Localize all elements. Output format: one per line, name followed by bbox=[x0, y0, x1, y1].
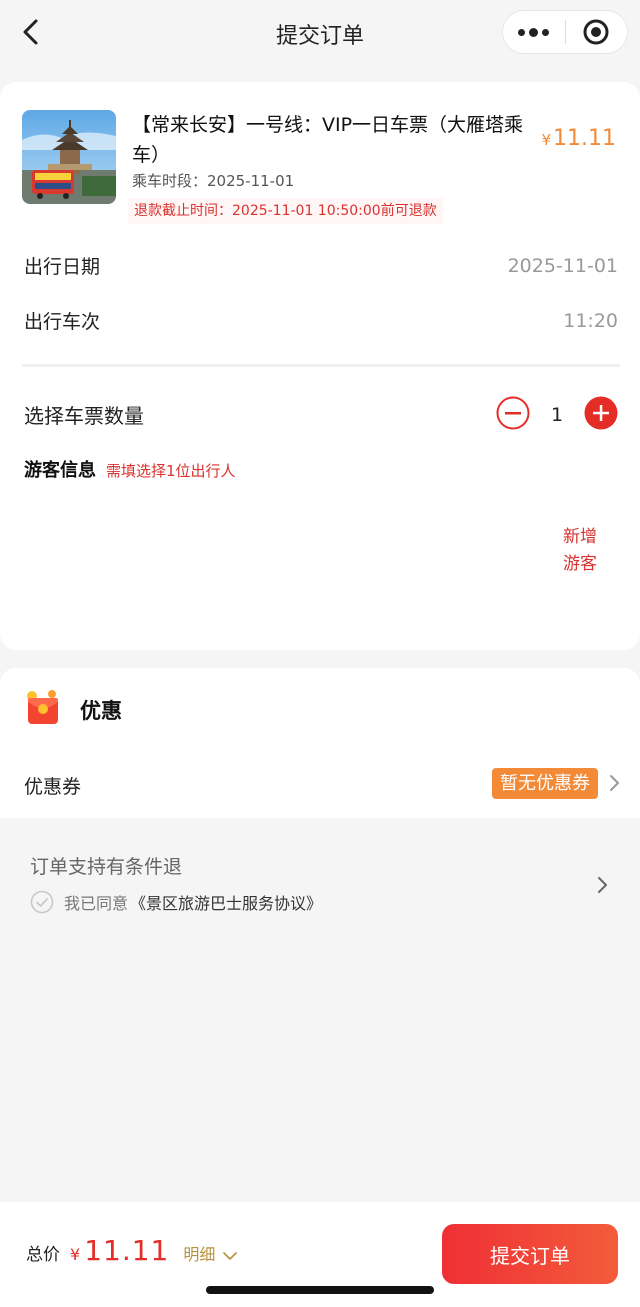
minus-button[interactable] bbox=[496, 396, 530, 434]
coupon-label: 优惠券 bbox=[24, 776, 82, 798]
travel-trip-label: 出行车次 bbox=[24, 311, 101, 333]
visitor-info-header: 游客信息 需填选择1位出行人 bbox=[24, 456, 236, 482]
agreement-row[interactable]: 我已同意 《景区旅游巴士服务协议》 bbox=[30, 890, 322, 914]
plus-button[interactable] bbox=[584, 396, 618, 434]
price-amount: 11.11 bbox=[553, 126, 616, 151]
agree-checkbox[interactable] bbox=[30, 890, 54, 914]
travel-trip-row[interactable]: 出行车次 11:20 bbox=[24, 307, 618, 334]
add-visitor-button[interactable]: 新增游客 bbox=[560, 524, 600, 578]
refund-policy-text: 订单支持有条件退 bbox=[30, 856, 183, 878]
product-thumbnail bbox=[22, 110, 116, 204]
price-currency: ¥ bbox=[541, 131, 552, 149]
discount-card: 优惠 优惠券 暂无优惠券 bbox=[0, 668, 640, 818]
agreement-link[interactable]: 《景区旅游巴士服务协议》 bbox=[130, 890, 322, 914]
mini-program-capsule bbox=[502, 10, 628, 54]
total-price: 总价 ¥ 11.11 明细 bbox=[26, 1234, 238, 1267]
divider bbox=[22, 364, 620, 367]
agree-prefix: 我已同意 bbox=[64, 894, 129, 913]
total-label: 总价 bbox=[26, 1245, 60, 1265]
submit-order-button[interactable]: 提交订单 bbox=[442, 1224, 618, 1284]
red-envelope-icon bbox=[22, 686, 64, 728]
chevron-down-icon[interactable] bbox=[223, 1246, 238, 1260]
nav-bar: 提交订单 bbox=[0, 0, 640, 66]
product-name: 【常来长安】一号线：VIP一日车票（大雁塔乘车） bbox=[132, 114, 524, 166]
quantity-label: 选择车票数量 bbox=[24, 404, 144, 428]
price-detail-toggle[interactable]: 明细 bbox=[183, 1241, 215, 1265]
ticket-card: 【常来长安】一号线：VIP一日车票（大雁塔乘车） ¥11.11 乘车时段：202… bbox=[0, 82, 640, 650]
product-price: ¥11.11 bbox=[541, 126, 616, 151]
quantity-stepper: 1 bbox=[496, 396, 618, 434]
more-icon[interactable] bbox=[503, 10, 565, 54]
home-indicator bbox=[206, 1286, 434, 1294]
travel-date-row[interactable]: 出行日期 2025-11-01 bbox=[24, 252, 618, 279]
visitor-info-title: 游客信息 bbox=[24, 460, 96, 481]
travel-trip-value: 11:20 bbox=[563, 309, 618, 332]
coupon-status-badge[interactable]: 暂无优惠券 bbox=[492, 768, 598, 799]
bottom-bar: 总价 ¥ 11.11 明细 提交订单 bbox=[0, 1202, 640, 1307]
discount-title: 优惠 bbox=[80, 699, 122, 723]
chevron-right-icon[interactable] bbox=[596, 876, 608, 894]
refund-deadline-tag: 退款截止时间：2025-11-01 10:50:00前可退款 bbox=[128, 198, 443, 224]
ride-time: 乘车时段：2025-11-01 bbox=[132, 172, 295, 190]
close-target-icon[interactable] bbox=[565, 10, 627, 54]
chevron-right-icon[interactable] bbox=[608, 774, 620, 792]
total-amount: 11.11 bbox=[84, 1234, 170, 1267]
travel-date-value: 2025-11-01 bbox=[507, 254, 618, 277]
quantity-value: 1 bbox=[550, 404, 564, 426]
travel-date-label: 出行日期 bbox=[24, 256, 101, 278]
total-currency: ¥ bbox=[70, 1245, 81, 1264]
visitor-info-hint: 需填选择1位出行人 bbox=[106, 462, 236, 480]
